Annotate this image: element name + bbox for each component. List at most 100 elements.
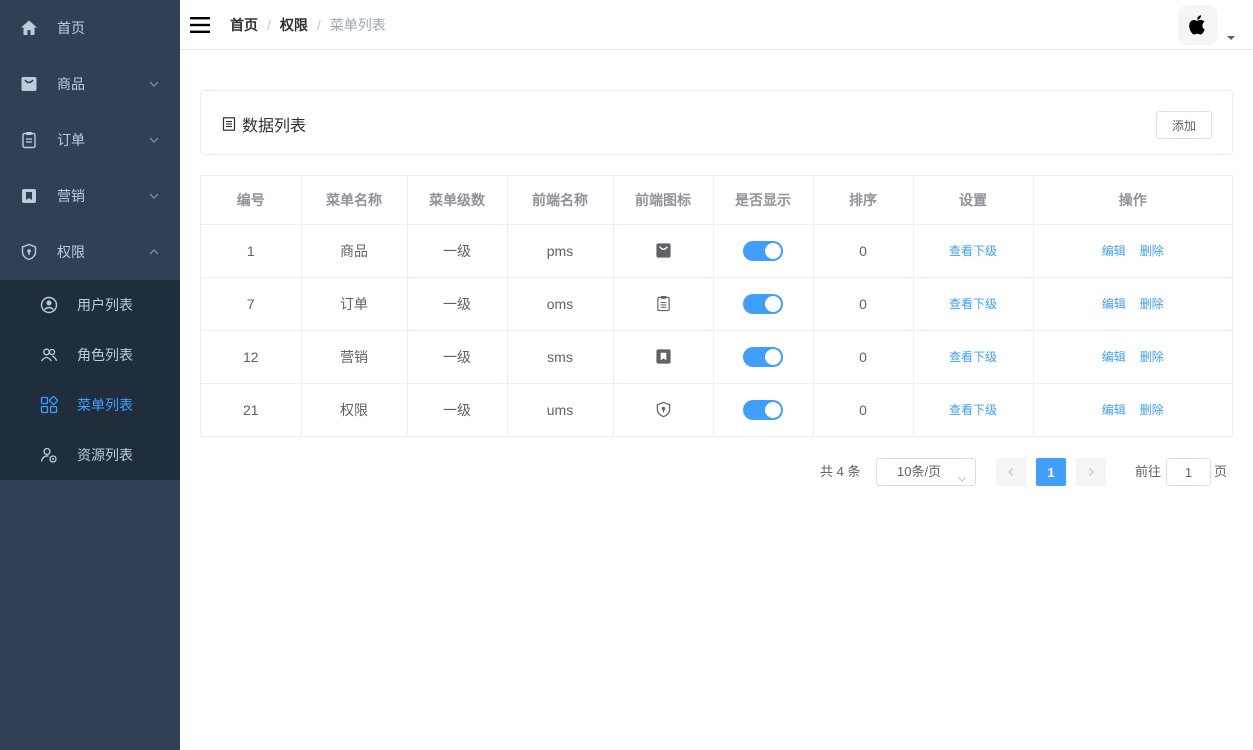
menu-table: 编号 菜单名称 菜单级数 前端名称 前端图标 是否显示 排序 设置 操作 1 商…	[200, 175, 1233, 437]
sidebar-item-role-list[interactable]: 角色列表	[0, 330, 180, 380]
cell-sort: 0	[813, 330, 914, 384]
cell-setting: 查看下级	[913, 330, 1034, 384]
cell-name: 商品	[301, 224, 408, 278]
cell-id: 12	[201, 330, 302, 384]
view-children-link[interactable]: 查看下级	[949, 403, 997, 417]
cell-front-icon	[613, 330, 714, 384]
show-toggle[interactable]	[743, 240, 783, 261]
chevron-up-icon	[148, 246, 160, 258]
sidebar-item-marketing[interactable]: 营销	[0, 168, 180, 224]
column-header-setting: 设置	[913, 176, 1034, 225]
bookmark-icon	[654, 348, 672, 366]
delete-button[interactable]: 删除	[1140, 297, 1164, 311]
sidebar-item-label: 订单	[57, 132, 85, 148]
breadcrumb-home[interactable]: 首页	[230, 15, 258, 35]
page-number-button[interactable]: 1	[1036, 458, 1066, 486]
table-row: 12 营销 一级 sms 0 查看下级 编辑 删除	[201, 330, 1232, 384]
cell-actions: 编辑 删除	[1033, 224, 1232, 278]
show-toggle[interactable]	[743, 346, 783, 367]
cell-front-icon	[613, 277, 714, 331]
chevron-down-icon	[148, 190, 160, 202]
sidebar-item-permission[interactable]: 权限	[0, 224, 180, 280]
chevron-down-icon	[957, 467, 967, 482]
edit-button[interactable]: 编辑	[1102, 403, 1126, 417]
list-icon	[222, 116, 236, 131]
chevron-left-icon	[1008, 468, 1013, 476]
breadcrumb-permission[interactable]: 权限	[280, 15, 308, 35]
cell-id: 7	[201, 277, 302, 331]
pagination: 共 4 条 10条/页 1 前往 页	[180, 458, 1233, 486]
table-header-row: 编号 菜单名称 菜单级数 前端名称 前端图标 是否显示 排序 设置 操作	[201, 176, 1232, 225]
cell-setting: 查看下级	[913, 224, 1034, 278]
edit-button[interactable]: 编辑	[1102, 244, 1126, 258]
sidebar-item-label: 首页	[57, 20, 85, 36]
sidebar-item-label: 菜单列表	[77, 397, 133, 413]
delete-button[interactable]: 删除	[1140, 403, 1164, 417]
next-page-button[interactable]	[1076, 458, 1106, 486]
view-children-link[interactable]: 查看下级	[949, 297, 997, 311]
cell-show	[713, 383, 814, 436]
table-row: 21 权限 一级 ums 0 查看下级 编辑 删除	[201, 383, 1232, 436]
show-toggle[interactable]	[743, 399, 783, 420]
clipboard-icon	[654, 295, 672, 313]
hamburger-icon[interactable]	[190, 15, 210, 35]
add-button[interactable]: 添加	[1156, 111, 1212, 139]
sidebar-item-home[interactable]: 首页	[0, 0, 180, 56]
table-row: 1 商品 一级 pms 0 查看下级 编辑 删除	[201, 224, 1232, 278]
view-children-link[interactable]: 查看下级	[949, 350, 997, 364]
shield-icon	[654, 401, 672, 419]
users-icon	[40, 346, 58, 364]
column-header-actions: 操作	[1033, 176, 1232, 225]
sidebar-item-goods[interactable]: 商品	[0, 56, 180, 112]
breadcrumb: 首页 / 权限 / 菜单列表	[230, 0, 386, 50]
operate-title-text: 数据列表	[242, 117, 307, 135]
avatar[interactable]	[1178, 5, 1218, 45]
edit-button[interactable]: 编辑	[1102, 297, 1126, 311]
breadcrumb-current: 菜单列表	[329, 17, 386, 33]
sidebar-item-menu-list[interactable]: 菜单列表	[0, 380, 180, 430]
pagination-total: 共 4 条	[820, 464, 861, 479]
cell-sort: 0	[813, 224, 914, 278]
cell-show	[713, 224, 814, 278]
cell-level: 一级	[407, 277, 508, 331]
delete-button[interactable]: 删除	[1140, 350, 1164, 364]
bag-icon	[654, 242, 672, 260]
sidebar-item-user-list[interactable]: 用户列表	[0, 280, 180, 330]
cell-front-icon	[613, 224, 714, 278]
navbar: 首页 / 权限 / 菜单列表	[180, 0, 1253, 50]
column-header-level: 菜单级数	[407, 176, 508, 225]
sidebar-item-label: 用户列表	[77, 297, 133, 313]
breadcrumb-separator: /	[267, 17, 271, 33]
view-children-link[interactable]: 查看下级	[949, 244, 997, 258]
cell-level: 一级	[407, 383, 508, 436]
column-header-show: 是否显示	[713, 176, 814, 225]
goto-label: 前往	[1135, 464, 1162, 479]
goto-page-input[interactable]	[1166, 458, 1211, 486]
bag-icon	[20, 75, 38, 93]
cell-front-name: oms	[507, 277, 614, 331]
edit-button[interactable]: 编辑	[1102, 350, 1126, 364]
user-settings-icon	[40, 446, 58, 464]
caret-down-icon[interactable]	[1226, 30, 1236, 40]
page-size-value: 10条/页	[897, 464, 942, 479]
cell-level: 一级	[407, 224, 508, 278]
user-circle-icon	[40, 296, 58, 314]
sidebar-item-orders[interactable]: 订单	[0, 112, 180, 168]
page-size-select[interactable]: 10条/页	[876, 458, 976, 486]
prev-page-button[interactable]	[996, 458, 1026, 486]
main-content: 数据列表 添加 编号 菜单名称 菜单级数 前端名称 前端图标 是否显示 排序 设…	[180, 50, 1253, 750]
page-suffix-label: 页	[1214, 464, 1228, 479]
cell-show	[713, 330, 814, 384]
cell-show	[713, 277, 814, 331]
delete-button[interactable]: 删除	[1140, 244, 1164, 258]
shield-icon	[20, 243, 38, 261]
cell-front-name: ums	[507, 383, 614, 436]
chevron-down-icon	[148, 78, 160, 90]
sidebar-item-resource-list[interactable]: 资源列表	[0, 430, 180, 480]
cell-front-icon	[613, 383, 714, 436]
apple-logo-icon	[1189, 15, 1205, 35]
cell-front-name: sms	[507, 330, 614, 384]
cell-front-name: pms	[507, 224, 614, 278]
show-toggle[interactable]	[743, 293, 783, 314]
clipboard-icon	[20, 131, 38, 149]
